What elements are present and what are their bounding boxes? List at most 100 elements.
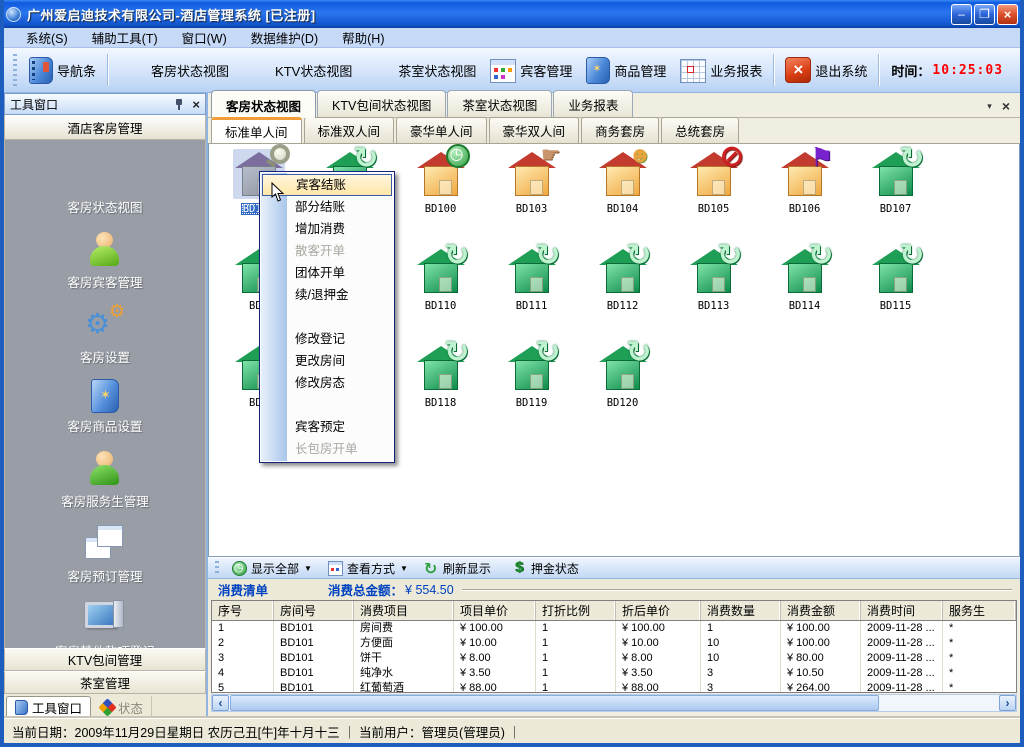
room-status-overlay-icon	[808, 241, 833, 271]
context-menu-item[interactable]: 团体开单	[261, 262, 393, 284]
table-row[interactable]: 3 BD101 饼干 ¥ 8.00 1 ¥ 8.00 10 ¥ 80.00 20…	[212, 651, 1016, 666]
context-menu-item[interactable]	[261, 306, 393, 328]
room-item[interactable]: BD120	[577, 346, 668, 443]
toolbar-button[interactable]: 茶室状态视图	[359, 53, 483, 87]
room-item[interactable]: BD106	[759, 152, 850, 249]
room-type-tab[interactable]: 商务套房	[581, 117, 659, 143]
room-item[interactable]: BD112	[577, 249, 668, 346]
view-tab[interactable]: 客房状态视图	[211, 90, 316, 118]
room-type-tab[interactable]: 豪华单人间	[396, 117, 487, 143]
room-status-overlay-icon	[444, 338, 469, 368]
room-item[interactable]: BD114	[759, 249, 850, 346]
room-item[interactable]: BD107	[850, 152, 941, 249]
room-toolbar-button[interactable]: 显示全部 ▼	[224, 560, 320, 577]
room-item[interactable]: BD105	[668, 152, 759, 249]
maximize-button[interactable]: ❐	[974, 4, 995, 25]
toolbar-nav-button[interactable]: 导航条	[22, 54, 103, 87]
toolbar-buttons: 客房状态视图 KTV状态视图 茶室状态视图 宾客管理 商品管理 业务报表	[112, 53, 769, 87]
exit-system-button[interactable]: × 退出系统	[778, 54, 874, 86]
room-item[interactable]: BD118	[395, 346, 486, 443]
dropdown-arrow-icon: ▼	[304, 564, 312, 573]
close-button[interactable]: ×	[997, 4, 1018, 25]
menu-item[interactable]: 系统(S)	[14, 26, 80, 49]
table-row[interactable]: 1 BD101 房间费 ¥ 100.00 1 ¥ 100.00 1 ¥ 100.…	[212, 621, 1016, 636]
room-type-tab[interactable]: 总统套房	[661, 117, 739, 143]
menu-item[interactable]: 窗口(W)	[170, 26, 239, 49]
pin-icon[interactable]	[174, 98, 184, 111]
room-item[interactable]: BD104	[577, 152, 668, 249]
toolbar-grip[interactable]	[215, 561, 219, 575]
col-header: 服务生	[943, 601, 1016, 620]
menu-item[interactable]: 辅助工具(T)	[80, 26, 170, 49]
view-tab[interactable]: 茶室状态视图	[447, 90, 552, 117]
room-toolbar-button[interactable]: 查看方式 ▼	[320, 560, 416, 577]
room-type-tab[interactable]: 豪华双人间	[489, 117, 580, 143]
scroll-right-icon[interactable]: ›	[999, 695, 1016, 711]
table-row[interactable]: 2 BD101 方便面 ¥ 10.00 1 ¥ 10.00 10 ¥ 100.0…	[212, 636, 1016, 651]
room-label: BD112	[605, 300, 641, 312]
view-tab[interactable]: 业务报表	[553, 90, 633, 117]
sidebar-item[interactable]: 客房预订管理	[5, 523, 205, 585]
context-menu-item[interactable]: 修改登记	[261, 328, 393, 350]
room-status-overlay-icon	[717, 241, 742, 271]
close-tab-icon[interactable]: ×	[1002, 99, 1010, 113]
context-menu-item[interactable]	[261, 394, 393, 416]
room-item[interactable]: BD115	[850, 249, 941, 346]
tab-status[interactable]: 状态	[93, 696, 152, 718]
sidebar-body: 客房状态视图 客房宾客管理 客房设置	[4, 140, 206, 648]
context-menu-item[interactable]: 宾客预定	[261, 416, 393, 438]
table-body: 1 BD101 房间费 ¥ 100.00 1 ¥ 100.00 1 ¥ 100.…	[212, 621, 1016, 693]
tool-window-sidebar: 工具窗口 × 酒店客房管理 客房状态视图	[4, 93, 208, 718]
room-item[interactable]: BD113	[668, 249, 759, 346]
time-value: 10:25:03	[932, 63, 1003, 78]
sidebar-item[interactable]: 客房服务生管理	[5, 448, 205, 510]
room-label: BD110	[423, 300, 459, 312]
context-menu-item[interactable]: 修改房态	[261, 372, 393, 394]
sidebar-item-icon	[91, 379, 119, 413]
room-item[interactable]: BD111	[486, 249, 577, 346]
room-toolbar-button[interactable]: 押金状态	[504, 560, 592, 577]
menu-item[interactable]: 数据维护(D)	[239, 26, 330, 49]
scrollbar-thumb[interactable]	[230, 695, 879, 711]
room-label: BD113	[696, 300, 732, 312]
toolbar-grip[interactable]	[13, 54, 17, 86]
room-label: BD107	[878, 203, 914, 215]
room-item[interactable]: BD103	[486, 152, 577, 249]
room-status-overlay-icon	[719, 143, 744, 172]
toolbar-button[interactable]: 客房状态视图	[112, 53, 236, 87]
consumption-header: 消费清单 消费总金额： ¥ 554.50	[208, 579, 1020, 600]
table-row[interactable]: 5 BD101 红葡萄酒 ¥ 88.00 1 ¥ 88.00 3 ¥ 264.0…	[212, 681, 1016, 693]
sidebar-group-bar[interactable]: KTV包间管理	[4, 648, 206, 671]
toolbar-button[interactable]: 业务报表	[673, 54, 769, 86]
room-item[interactable]: BD100	[395, 152, 486, 249]
sidebar-item[interactable]: 客房宾客管理	[5, 229, 205, 291]
sidebar-item[interactable]: 客房商品设置	[5, 379, 205, 435]
menu-item[interactable]: 帮助(H)	[330, 26, 396, 49]
context-menu-item[interactable]: 散客开单	[261, 240, 393, 262]
context-menu-item[interactable]: 增加消费	[261, 218, 393, 240]
toolbar-button[interactable]: KTV状态视图	[236, 53, 359, 87]
context-menu-item[interactable]: 更改房间	[261, 350, 393, 372]
view-tab[interactable]: KTV包间状态视图	[317, 90, 446, 117]
sidebar-group-bar[interactable]: 茶室管理	[4, 671, 206, 694]
context-menu-item[interactable]: 续/退押金	[261, 284, 393, 306]
panel-title-hotel-rooms[interactable]: 酒店客房管理	[4, 115, 206, 140]
room-toolbar-button[interactable]: 刷新显示	[416, 560, 504, 577]
toolbar-button[interactable]: 商品管理	[579, 54, 673, 87]
sidebar-close-icon[interactable]: ×	[192, 98, 200, 111]
room-type-tab[interactable]: 标准双人间	[304, 117, 395, 143]
minimize-button[interactable]: –	[951, 4, 972, 25]
tab-tool-window[interactable]: 工具窗口	[6, 696, 91, 718]
room-type-tab[interactable]: 标准单人间	[211, 117, 302, 144]
room-item[interactable]: BD119	[486, 346, 577, 443]
sidebar-item[interactable]: 客房状态视图	[5, 154, 205, 216]
sidebar-item[interactable]: 客房其他款项登记	[5, 598, 205, 648]
sidebar-item[interactable]: 客房设置	[5, 304, 205, 366]
context-menu-item[interactable]: 长包房开单	[261, 438, 393, 460]
room-item[interactable]: BD110	[395, 249, 486, 346]
toolbar-button[interactable]: 宾客管理	[483, 54, 579, 86]
scroll-left-icon[interactable]: ‹	[212, 695, 229, 711]
chevron-down-icon[interactable]: ▾	[987, 101, 992, 112]
table-row[interactable]: 4 BD101 纯净水 ¥ 3.50 1 ¥ 3.50 3 ¥ 10.50 20…	[212, 666, 1016, 681]
exit-x-icon: ×	[785, 57, 811, 83]
